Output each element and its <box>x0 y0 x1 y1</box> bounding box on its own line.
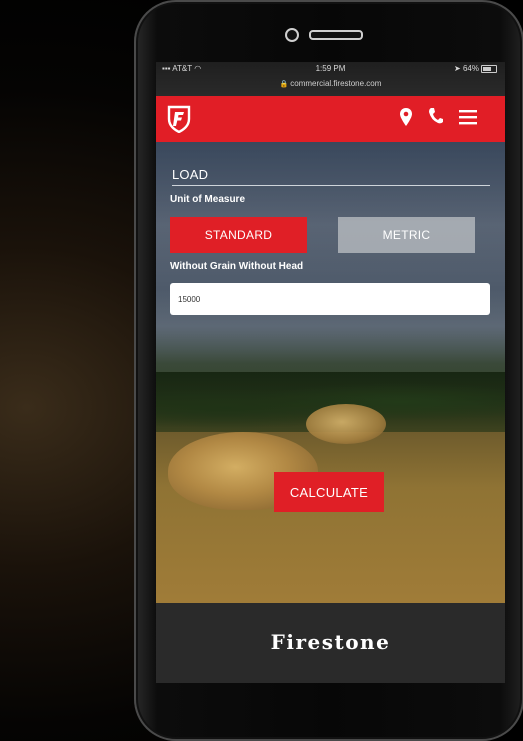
camera-icon <box>285 28 299 42</box>
battery-icon <box>481 65 497 73</box>
phone-icon[interactable] <box>428 107 444 131</box>
location-arrow-icon: ➤ <box>454 64 463 73</box>
phone-screen: ▪▪▪ AT&T ◠ 1:59 PM ➤ 64% 🔒 commercial.fir… <box>156 62 505 683</box>
lock-icon: 🔒 <box>279 81 289 88</box>
battery-text: 64% <box>462 64 479 73</box>
map-pin-icon[interactable] <box>399 107 413 133</box>
load-field-label: Without Grain Without Head <box>170 261 304 272</box>
site-header <box>156 96 505 142</box>
status-bar: ▪▪▪ AT&T ◠ 1:59 PM ➤ 64% 🔒 commercial.fir… <box>156 62 505 96</box>
battery-percentage: ➤ 64% <box>454 64 479 73</box>
unit-of-measure-label: Unit of Measure <box>170 194 246 205</box>
url-text: commercial.firestone.com <box>290 79 382 88</box>
calculate-button[interactable]: CALCULATE <box>274 472 384 512</box>
hay-bale-background <box>306 404 386 444</box>
standard-unit-button[interactable]: STANDARD <box>170 217 307 253</box>
load-input[interactable] <box>170 283 490 315</box>
firestone-logo-icon[interactable] <box>166 105 192 133</box>
speaker-grille <box>309 30 363 40</box>
metric-unit-button[interactable]: METRIC <box>338 217 475 253</box>
section-divider <box>172 185 490 186</box>
site-footer: Firestone <box>156 603 505 683</box>
hamburger-menu-icon[interactable] <box>459 107 477 131</box>
address-bar[interactable]: 🔒 commercial.firestone.com <box>156 79 505 88</box>
status-time: 1:59 PM <box>315 64 346 73</box>
section-title: LOAD <box>172 167 209 182</box>
firestone-wordmark: Firestone <box>270 630 391 654</box>
calculator-panel: LOAD Unit of Measure STANDARD METRIC Wit… <box>156 142 505 603</box>
